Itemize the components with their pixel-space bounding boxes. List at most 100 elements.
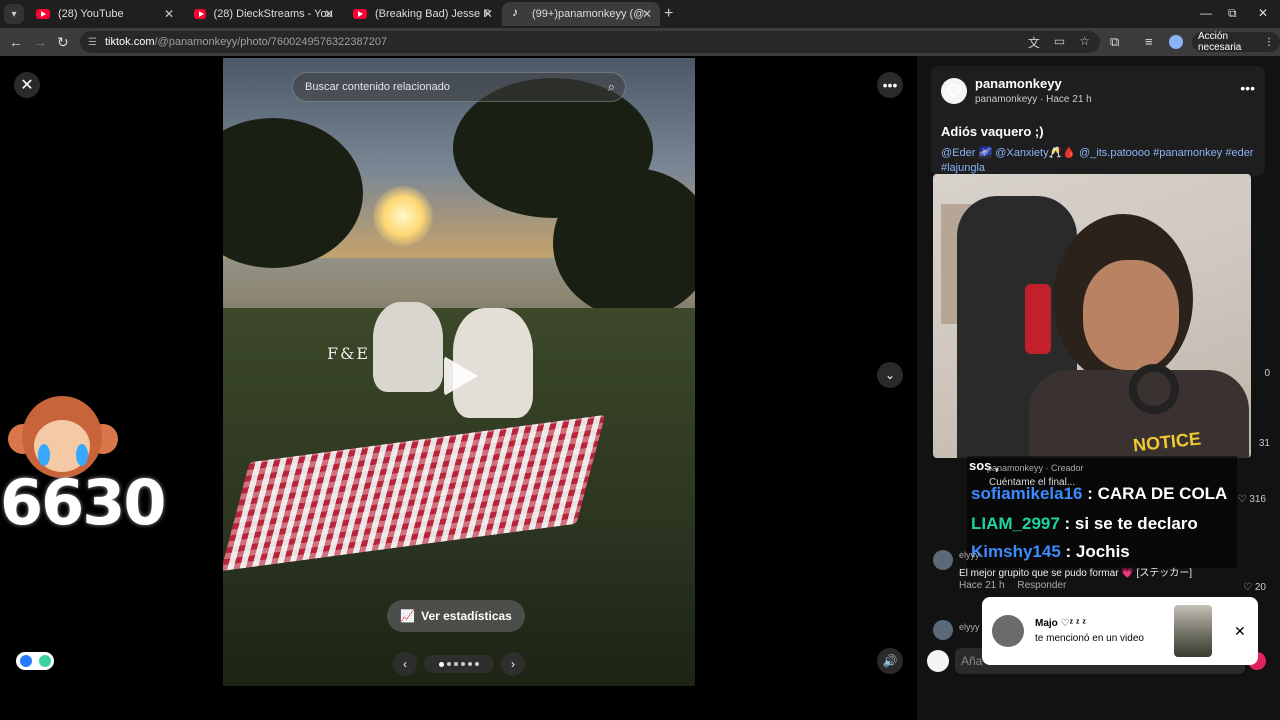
comment-like-count[interactable]: ♡ 20 bbox=[1243, 582, 1266, 593]
side-count: 0 bbox=[1264, 368, 1270, 379]
close-icon[interactable]: ✕ bbox=[164, 7, 174, 21]
sun bbox=[373, 186, 433, 246]
close-icon[interactable]: ✕ bbox=[324, 7, 334, 21]
more-options-button[interactable]: ••• bbox=[877, 72, 903, 98]
tiktok-icon bbox=[512, 5, 524, 20]
action-needed-label: Acción necesaria bbox=[1198, 31, 1242, 53]
post-header-card: 🐵 panamonkeyy panamonkeyy · Hace 21 h ••… bbox=[931, 66, 1265, 176]
photo-viewer: ✕ 6630 F&E Buscar contenido relacionado … bbox=[0, 56, 917, 720]
reply-button[interactable]: Responder bbox=[1017, 580, 1066, 591]
media-controls-icon[interactable]: ≡ bbox=[1145, 34, 1153, 49]
profile-avatar[interactable] bbox=[1169, 35, 1183, 49]
tab-tiktok[interactable]: (99+)panamonkeyy (@panamo ✕ bbox=[502, 2, 660, 26]
youtube-icon bbox=[194, 9, 206, 19]
action-needed-button[interactable]: Acción necesaria ⋮ bbox=[1192, 31, 1280, 53]
forward-icon[interactable]: → bbox=[33, 34, 47, 50]
close-icon[interactable]: ✕ bbox=[483, 7, 493, 21]
commenter-avatar[interactable] bbox=[933, 550, 953, 570]
youtube-icon bbox=[36, 9, 50, 19]
tab-title: (Breaking Bad) Jesse Pinkman | bbox=[375, 8, 491, 20]
headphones bbox=[1129, 364, 1179, 414]
fe-letters: F&E bbox=[327, 344, 371, 363]
tab-breaking-bad[interactable]: (Breaking Bad) Jesse Pinkman | ✕ bbox=[343, 2, 501, 26]
chat-text: : CARA DE COLA bbox=[1082, 484, 1228, 503]
translate-icon[interactable]: 文 bbox=[1028, 34, 1040, 51]
tab-title: (28) YouTube bbox=[58, 8, 124, 20]
new-tab-button[interactable]: + bbox=[664, 5, 673, 23]
tab-title: (99+)panamonkeyy (@panamo bbox=[532, 8, 644, 20]
close-window-button[interactable]: ✕ bbox=[1258, 6, 1268, 20]
streamer-face bbox=[1083, 260, 1179, 370]
restore-button[interactable]: ⧉ bbox=[1228, 6, 1237, 21]
chat-creator-line: panamonkeyy · Creador bbox=[987, 463, 1084, 473]
author-avatar[interactable]: 🐵 bbox=[941, 78, 967, 104]
heart-icon: ♡ bbox=[1243, 582, 1253, 593]
tab-dieckstreams[interactable]: (28) DieckStreams - YouTube ✕ bbox=[184, 2, 342, 26]
url-domain: tiktok.com bbox=[104, 36, 155, 48]
extension-badge[interactable] bbox=[16, 652, 54, 670]
view-stats-label: Ver estadísticas bbox=[421, 609, 512, 623]
chat-username: Kimshy145 bbox=[971, 542, 1061, 561]
back-icon[interactable]: ← bbox=[9, 34, 23, 50]
post-caption: Adiós vaquero ;) bbox=[941, 124, 1044, 139]
notifier-avatar bbox=[992, 615, 1024, 647]
tab-strip: ▾ (28) YouTube ✕ (28) DieckStreams - You… bbox=[0, 0, 1280, 28]
close-icon[interactable]: ✕ bbox=[1234, 623, 1246, 640]
chat-text: : Jochis bbox=[1060, 542, 1130, 561]
view-stats-button[interactable]: 📈 Ver estadísticas bbox=[387, 600, 525, 632]
close-icon[interactable]: ✕ bbox=[642, 7, 652, 21]
person-left bbox=[373, 302, 443, 392]
minimize-button[interactable]: — bbox=[1200, 6, 1212, 20]
chat-message: Kimshy145 : Jochis bbox=[971, 542, 1130, 562]
tab-title: (28) DieckStreams - YouTube bbox=[213, 8, 332, 20]
author-username[interactable]: panamonkeyy bbox=[975, 76, 1062, 91]
notifier-name: Majo ♡ᶻ ᶻ ᶻ bbox=[1035, 618, 1086, 629]
chart-icon: 📈 bbox=[400, 609, 416, 623]
related-search-input[interactable]: Buscar contenido relacionado ⌕ bbox=[292, 72, 626, 102]
play-icon[interactable] bbox=[444, 356, 478, 396]
photo-carousel: ‹ › bbox=[393, 652, 525, 676]
carousel-prev-button[interactable]: ‹ bbox=[393, 652, 417, 676]
close-viewer-button[interactable]: ✕ bbox=[14, 72, 40, 98]
video-thumbnail[interactable] bbox=[1174, 605, 1212, 657]
next-post-button[interactable]: ⌄ bbox=[877, 362, 903, 388]
carousel-next-button[interactable]: › bbox=[501, 652, 525, 676]
comment-meta: Hace 21 h Responder bbox=[959, 580, 1066, 591]
heart-icon: ♡ bbox=[1237, 494, 1247, 505]
post-photo[interactable]: F&E Buscar contenido relacionado ⌕ 📈 Ver… bbox=[223, 58, 695, 686]
carousel-dots bbox=[424, 655, 494, 673]
comment-text: El mejor grupito que se pudo formar 💗 [ス… bbox=[959, 568, 1193, 579]
chat-text: : si se te declaro bbox=[1059, 514, 1198, 533]
search-icon[interactable]: ⌕ bbox=[608, 79, 615, 95]
webcam-overlay: NOTICE bbox=[933, 174, 1251, 458]
stream-counter: 6630 bbox=[0, 466, 167, 539]
tab-youtube[interactable]: (28) YouTube ✕ bbox=[26, 2, 182, 26]
stream-chat-overlay: sos , panamonkeyy · Creador Cuéntame el … bbox=[967, 456, 1237, 568]
commenter-avatar[interactable] bbox=[933, 620, 953, 640]
url-path: /@panamonkeyy/photo/7600249576322387207 bbox=[154, 36, 388, 48]
comment-time: Hace 21 h bbox=[959, 580, 1005, 591]
post-meta: panamonkeyy · Hace 21 h bbox=[975, 94, 1092, 105]
chat-message: LIAM_2997 : si se te declaro bbox=[971, 514, 1198, 534]
site-info-icon[interactable]: ☰ bbox=[88, 37, 97, 48]
notification-message: te mencionó en un video bbox=[1035, 633, 1144, 644]
volume-button[interactable]: 🔊 bbox=[877, 648, 903, 674]
chat-username: sofiamikela16 bbox=[971, 484, 1083, 503]
search-placeholder: Buscar contenido relacionado bbox=[305, 81, 450, 93]
commenter-username[interactable]: elyyy bbox=[959, 622, 980, 632]
reload-icon[interactable]: ↻ bbox=[57, 34, 69, 51]
bookmark-star-icon[interactable]: ☆ bbox=[1079, 34, 1090, 51]
address-bar[interactable]: ☰ tiktok.com/@panamonkeyy/photo/76002495… bbox=[80, 31, 1100, 53]
mention-notification[interactable]: Majo ♡ᶻ ᶻ ᶻ te mencionó en un video ✕ bbox=[982, 597, 1258, 665]
chat-username: LIAM_2997 bbox=[971, 514, 1060, 533]
like-count[interactable]: ♡ 316 bbox=[1238, 494, 1266, 505]
cast-icon[interactable]: ▭ bbox=[1054, 34, 1065, 51]
my-avatar bbox=[927, 650, 949, 672]
tab-search-button[interactable]: ▾ bbox=[4, 4, 24, 24]
youtube-icon bbox=[353, 9, 367, 19]
commenter-username[interactable]: elyyy bbox=[959, 550, 980, 560]
extensions-icon[interactable]: ⧉ bbox=[1110, 34, 1119, 50]
post-tags[interactable]: @Eder 🌌 @Xanxiety🥂🩸 @_its.patoooo #panam… bbox=[941, 146, 1255, 176]
post-more-icon[interactable]: ••• bbox=[1240, 80, 1255, 96]
menu-kebab-icon[interactable]: ⋮ bbox=[1264, 37, 1274, 48]
